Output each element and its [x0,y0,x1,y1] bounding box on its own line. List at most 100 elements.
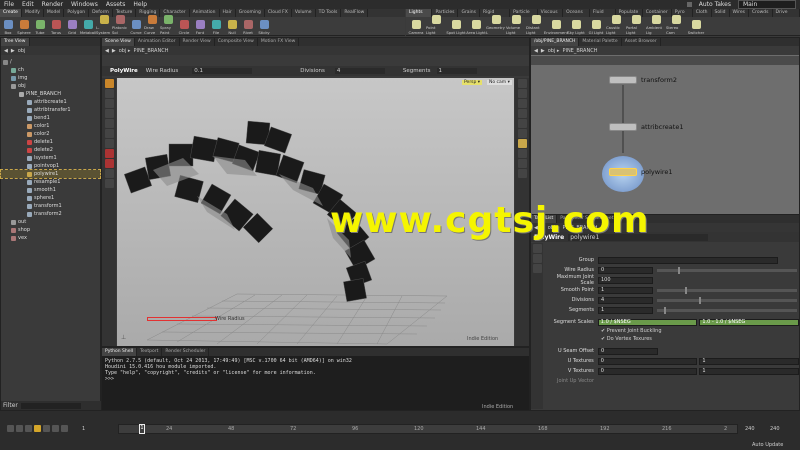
first-frame-icon[interactable] [7,425,14,432]
tree-item[interactable]: color2 [1,130,100,138]
shelf-tool-geometry-l[interactable]: Geometry L [486,15,506,35]
node-transform2[interactable] [609,76,637,84]
tree-item[interactable]: attribtransfer1 [1,106,100,114]
forward-icon[interactable]: ▶ [112,48,116,54]
shelf-tab[interactable]: Solid [712,9,730,17]
shelf-tool-draw-curve[interactable]: Draw Curve [144,15,160,35]
tree-item[interactable]: delete2 [1,146,100,154]
tree-item[interactable]: / [1,58,100,66]
display-options-icon[interactable] [517,79,527,88]
next-key-icon[interactable] [52,425,59,432]
shelf-tool-caustic-light[interactable]: Caustic Light [606,15,626,35]
current-frame-field[interactable]: 1 [82,426,85,432]
shelf-tab[interactable]: Volume [292,9,316,17]
v-textures-field-1[interactable]: 0 [597,367,698,375]
handle-tool-icon[interactable] [104,119,114,128]
slider-knob[interactable] [664,306,666,314]
tree-item[interactable]: transform2 [1,210,100,218]
slider-knob[interactable] [678,266,680,274]
param-slider[interactable] [657,306,797,314]
menu-edit[interactable]: Edit [18,1,38,8]
tree-item[interactable]: out [1,218,100,226]
shelf-tool-platonic-sol[interactable]: Platonic Sol [112,15,128,35]
menu-windows[interactable]: Windows [67,1,102,8]
camera-lock-icon[interactable] [517,159,527,168]
shelf-tool-gi-light[interactable]: GI Light [586,20,606,35]
shelf-tool-area-light[interactable]: Area Light [466,20,486,35]
light-link-icon[interactable] [517,169,527,178]
shelf-tab[interactable]: Model [44,9,65,17]
shelf-tool-environment[interactable]: Environment [544,20,568,35]
stop-icon[interactable] [34,425,41,432]
shelf-tool-point-light[interactable]: Point Light [426,15,446,35]
check-vertex-textures[interactable]: ✔ Do Vertex Texures [601,336,652,342]
flipbook-icon[interactable] [104,179,114,188]
wire-radius-handle[interactable] [147,317,217,321]
shelf-tab[interactable]: Modify [22,9,44,17]
tree-item[interactable]: smooth1 [1,186,100,194]
shelf-tab[interactable]: Animation [190,9,220,17]
shelf-tab[interactable]: Cloud FX [265,9,292,17]
auto-takes-toggle[interactable] [686,2,692,7]
lock-icon[interactable] [532,264,542,273]
param-slider[interactable] [657,286,797,294]
frame-ruler[interactable]: 1 24 48 72 96 120 144 168 192 216 2 [118,424,738,434]
play-icon[interactable] [43,425,50,432]
tree-item[interactable]: attribcreate1 [1,98,100,106]
checkbox-icon[interactable]: ✔ [601,336,605,342]
check-prevent-buckling[interactable]: ✔ Prevent Joint Buckling [601,328,662,334]
shelf-tool-rivet[interactable]: Rivet [240,20,256,35]
auto-update-label[interactable]: Auto Update [752,442,783,448]
back-icon[interactable]: ◀ [105,48,109,54]
snap-icon[interactable] [104,149,114,158]
move-tool-icon[interactable] [104,89,114,98]
shelf-tool-file[interactable]: File [208,20,224,35]
tab-view-4[interactable]: Motion FX View [258,38,300,46]
shelf-tool-l-system[interactable]: L-System [96,15,112,35]
shelf-tool-ambient-lig[interactable]: Ambient Lig [646,15,666,35]
param-field[interactable] [598,256,778,264]
tab-view-2[interactable]: Render View [180,38,215,46]
pose-tool-icon[interactable] [104,129,114,138]
shelf-tool-portal-light[interactable]: Portal Light [626,15,646,35]
select-tool-icon[interactable] [104,79,114,88]
divisions-field[interactable]: 4 [334,68,385,74]
tree-item[interactable]: transform1 [1,202,100,210]
forward-icon[interactable]: ▶ [11,48,15,54]
tree-item[interactable]: obj [1,82,100,90]
camera-menu[interactable]: No cam ▾ [487,80,512,85]
tab-console-2[interactable]: Render Scheduler [162,348,210,356]
tab-console-0[interactable]: Python Shell [102,348,138,356]
normals-icon[interactable] [517,139,527,148]
end-frame-field[interactable]: 240 [745,426,755,432]
shelf-tool-spot-light[interactable]: Spot Light [446,20,466,35]
segment-scales-field-1[interactable]: 1.0 / $NSEG [597,318,698,326]
obj-crumb[interactable]: obj ▸ [548,48,560,54]
tree-item[interactable]: resample1 [1,178,100,186]
desktop-field[interactable]: Main [738,0,796,9]
tab-console-1[interactable]: Textport [137,348,163,356]
shelf-tab[interactable]: TD Tools [316,9,342,17]
forward-icon[interactable]: ▶ [541,48,545,54]
tab-network-2[interactable]: Asset Browser [622,38,661,46]
shelf-tab[interactable]: RealFlow [341,9,369,17]
shelf-tab[interactable]: Drive Simu [773,9,800,23]
shelf-tab[interactable]: Wires [730,9,749,17]
tree-item[interactable]: pointvop1 [1,162,100,170]
tree-item[interactable]: vex [1,234,100,242]
u-textures-field-1[interactable]: 0 [597,357,698,365]
shelf-tool-circle[interactable]: Circle [176,20,192,35]
shelf-tool-curve[interactable]: Curve [128,20,144,35]
lighting-icon[interactable] [517,89,527,98]
tab-view-3[interactable]: Composite View [215,38,258,46]
param-field[interactable]: 4 [598,296,653,304]
shelf-tool-switcher[interactable]: Switcher [686,20,706,35]
persp-menu[interactable]: Persp ▾ [462,80,483,85]
menu-render[interactable]: Render [38,1,67,8]
shelf-tab[interactable]: Create [0,9,22,17]
tab-view-1[interactable]: Animation Editor [135,38,180,46]
node-polywire1[interactable] [609,168,637,176]
tab-network-1[interactable]: Material Palette [579,38,622,46]
segment-scales-field-2[interactable]: 1.0 - 1.0 / $NSEG [699,318,800,326]
shelf-tab[interactable]: Hair [220,9,236,17]
